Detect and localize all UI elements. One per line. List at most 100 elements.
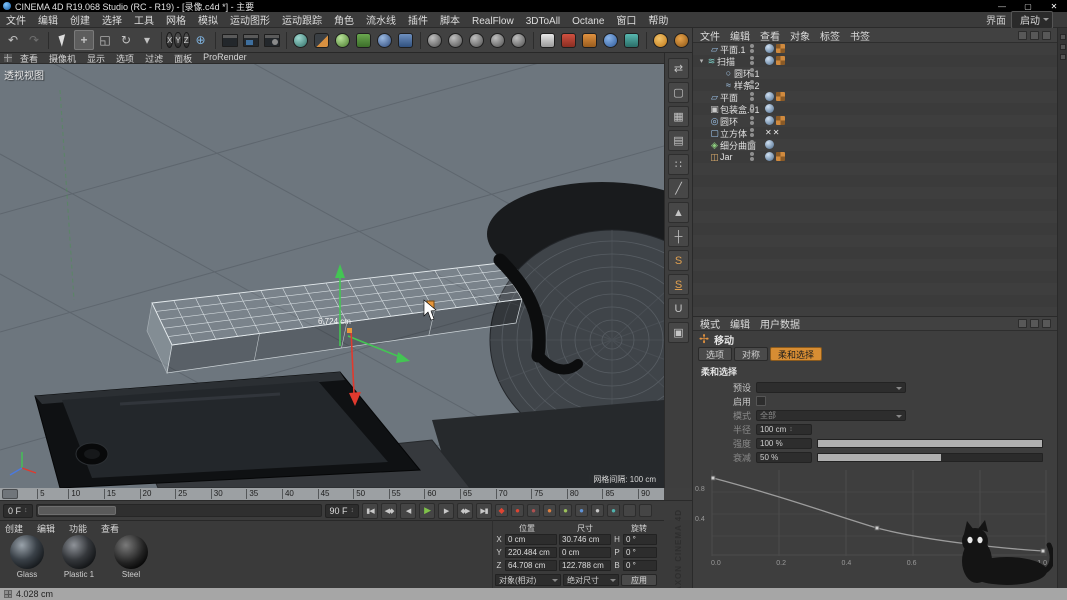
mode-dropdown[interactable]: 全部 — [756, 409, 906, 421]
texture-tag-icon[interactable] — [776, 116, 785, 125]
viewport-menu-item[interactable]: 显示 — [87, 52, 105, 65]
volume-button[interactable] — [396, 30, 416, 50]
camera-button[interactable] — [601, 30, 621, 50]
y-axis-lock-button[interactable]: Y — [174, 32, 182, 48]
live-selection-button[interactable] — [53, 30, 73, 50]
visibility-dots[interactable] — [750, 80, 754, 89]
light-button[interactable] — [622, 30, 642, 50]
menu-item[interactable]: 角色 — [328, 16, 360, 27]
coordinate-mode-dropdown[interactable]: 对象(相对) — [495, 574, 561, 586]
rotate-tool-button[interactable]: ↻ — [116, 30, 136, 50]
prev-frame-button[interactable]: ◀ — [400, 502, 417, 519]
key-scale-toggle[interactable]: ● — [559, 504, 573, 517]
play-button[interactable]: ▶ — [419, 502, 436, 519]
tab-symmetry[interactable]: 对称 — [734, 347, 769, 361]
lock-icon[interactable] — [1030, 319, 1039, 328]
menu-item[interactable]: 运动跟踪 — [276, 16, 328, 27]
menu-item[interactable]: RealFlow — [466, 16, 520, 27]
object-manager-menu-item[interactable]: 文件 — [700, 28, 720, 43]
object-row-torus[interactable]: ◎ 圆环 — [693, 115, 1057, 127]
object-row-sweep[interactable]: ▾ ≋ 扫描 — [693, 55, 1057, 67]
phong-tag-icon[interactable] — [765, 56, 774, 65]
object-row-jar[interactable]: ◫ Jar — [693, 151, 1057, 163]
material-menu-item[interactable]: 查看 — [101, 522, 119, 534]
y-size-field[interactable]: 0 cm — [559, 547, 611, 558]
menu-item[interactable]: 创建 — [64, 16, 96, 27]
radius-field[interactable]: 100 cm ↕ — [756, 423, 812, 435]
current-frame-field[interactable]: 0 F ↕ — [3, 503, 33, 518]
menu-item[interactable]: 3DToAll — [520, 16, 566, 27]
visibility-dots[interactable] — [750, 128, 754, 137]
move-tool-button[interactable]: + — [74, 30, 94, 50]
texture-tag-icon[interactable] — [776, 56, 785, 65]
undo-button[interactable]: ↶ — [3, 30, 23, 50]
menu-item[interactable]: 运动图形 — [224, 16, 276, 27]
workplane-mode-button[interactable]: ▤ — [668, 130, 689, 151]
object-row-circle1[interactable]: ○ 圆环.1 — [693, 67, 1057, 79]
visibility-dots[interactable] — [750, 56, 754, 65]
viewport-perspective[interactable]: 6.724 cm 透视视图 网格间隔: 100 cm — [0, 64, 664, 488]
falloff-field[interactable]: 50 % — [756, 451, 812, 463]
tab-options[interactable]: 选项 — [698, 347, 733, 361]
magnet-snap-button[interactable]: U — [668, 298, 689, 319]
back-icon[interactable] — [1018, 319, 1027, 328]
axis-mode-button[interactable]: ┼ — [668, 226, 689, 247]
phong-tag-icon[interactable] — [765, 92, 774, 101]
viewport-menu-item[interactable]: 摄像机 — [49, 52, 76, 65]
object-manager-menu-item[interactable]: 编辑 — [730, 28, 750, 43]
next-key-button[interactable]: ◆▶ — [457, 502, 474, 519]
b-rotation-field[interactable]: 0 ° — [623, 560, 657, 571]
p-rotation-field[interactable]: 0 ° — [623, 547, 657, 558]
object-row-sds[interactable]: ◈ 细分曲面 — [693, 139, 1057, 151]
dock-tab-icon[interactable] — [1059, 54, 1066, 60]
menu-item[interactable]: 工具 — [128, 16, 160, 27]
viewport-menu-item[interactable]: 选项 — [116, 52, 134, 65]
sound-toggle-button[interactable] — [639, 504, 653, 517]
playback-options-button[interactable] — [623, 504, 637, 517]
object-row-box01[interactable]: ▣ 包装盒.01 — [693, 103, 1057, 115]
texture-tag-icon[interactable] — [776, 152, 785, 161]
tab-soft-selection[interactable]: 柔和选择 — [770, 347, 823, 361]
dock-tab-icon[interactable] — [1059, 34, 1066, 40]
strength-field[interactable]: 100 % — [756, 437, 812, 449]
menu-item[interactable]: 帮助 — [642, 16, 674, 27]
menu-item[interactable]: 网格 — [160, 16, 192, 27]
mograph-button[interactable] — [354, 30, 374, 50]
material-glass[interactable]: Glass — [4, 534, 50, 579]
record-button[interactable]: ◆ — [495, 504, 509, 517]
menu-item[interactable]: 插件 — [402, 16, 434, 27]
workplane-lock-button[interactable]: ▣ — [668, 322, 689, 343]
subdivision-surface-button[interactable] — [333, 30, 353, 50]
menu-item[interactable]: 选择 — [96, 16, 128, 27]
viewport-label[interactable]: 透视视图 — [4, 67, 44, 82]
prev-key-button[interactable]: ◀◆ — [381, 502, 398, 519]
texture-tag-icon[interactable] — [776, 92, 785, 101]
visibility-dots[interactable] — [750, 104, 754, 113]
quantize-button[interactable]: S — [668, 274, 689, 295]
menu-item[interactable]: 模拟 — [192, 16, 224, 27]
attribute-menu-item[interactable]: 模式 — [700, 316, 720, 331]
x-axis-lock-button[interactable]: X — [166, 32, 174, 48]
object-row-plane1[interactable]: ▱ 平面.1 — [693, 43, 1057, 55]
menu-item[interactable]: 流水线 — [360, 16, 402, 27]
spline-pen-button[interactable] — [312, 30, 332, 50]
disabled-tag-icon[interactable]: ✕✕ — [765, 128, 780, 137]
octane-button[interactable] — [672, 30, 692, 50]
viewport-menu-icon[interactable] — [4, 54, 12, 62]
material-menu-item[interactable]: 编辑 — [37, 522, 55, 534]
visibility-dots[interactable] — [750, 68, 754, 77]
deformer-button-2[interactable] — [446, 30, 466, 50]
next-frame-button[interactable]: ▶ — [438, 502, 455, 519]
phong-tag-icon[interactable] — [765, 116, 774, 125]
make-editable-button[interactable]: ⇄ — [668, 58, 689, 79]
z-axis-lock-button[interactable]: Z — [182, 32, 190, 48]
menu-item[interactable]: Octane — [566, 16, 610, 27]
key-position-toggle[interactable]: ● — [543, 504, 557, 517]
menu-item[interactable]: 窗口 — [610, 16, 642, 27]
autokey-button[interactable]: ● — [511, 504, 525, 517]
object-manager-menu-item[interactable]: 对象 — [790, 28, 810, 43]
keyframe-selection-button[interactable]: ● — [527, 504, 541, 517]
object-row-spline2[interactable]: ≈ 样条.2 — [693, 79, 1057, 91]
primitive-cube-button[interactable] — [291, 30, 311, 50]
preset-dropdown[interactable] — [756, 381, 906, 393]
